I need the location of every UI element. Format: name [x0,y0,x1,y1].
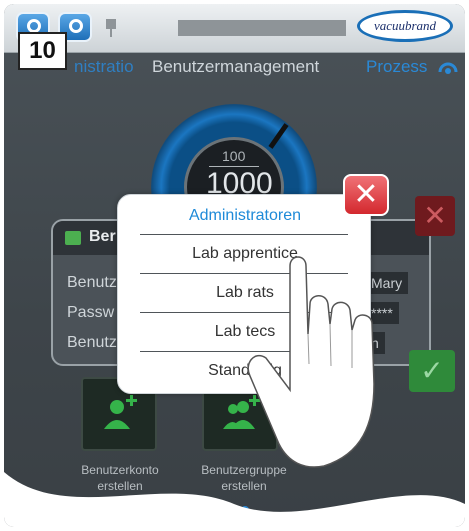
step-number-badge: 10 [18,32,67,70]
torn-edge-decoration [4,472,465,527]
device-frame: vacuubrand nistratio Benutzermanagement … [4,4,465,527]
app-screen: vacuubrand nistratio Benutzermanagement … [4,4,465,527]
